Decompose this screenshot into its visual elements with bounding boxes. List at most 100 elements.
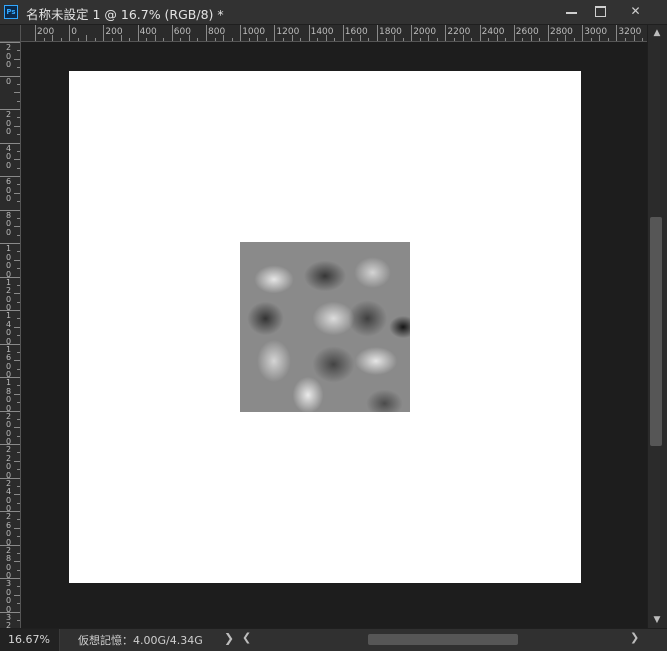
- ruler-minor-tick: [94, 38, 96, 41]
- ruler-minor-tick: [453, 38, 455, 41]
- ruler-minor-tick: [17, 619, 20, 621]
- minimize-button[interactable]: [556, 0, 587, 23]
- ruler-minor-tick: [43, 38, 45, 41]
- ruler-label: 1800: [5, 378, 12, 413]
- ruler-major-tick: [103, 25, 105, 41]
- ruler-minor-tick: [573, 38, 575, 41]
- document-canvas[interactable]: [69, 71, 581, 583]
- ruler-minor-tick: [17, 134, 20, 136]
- ruler-label: 1000: [242, 27, 266, 37]
- scroll-up-arrow-icon[interactable]: ▲: [651, 27, 663, 39]
- ruler-minor-tick: [17, 284, 20, 286]
- ruler-minor-tick: [505, 38, 507, 41]
- ruler-minor-tick: [385, 38, 387, 41]
- ruler-minor-tick: [17, 586, 20, 588]
- ruler-major-tick: [479, 25, 481, 41]
- ruler-minor-tick: [17, 150, 20, 152]
- ruler-minor-tick: [642, 38, 644, 41]
- ruler-label: 2600: [5, 512, 12, 547]
- ruler-minor-tick: [14, 192, 20, 194]
- status-menu-arrow-icon[interactable]: ❯: [224, 631, 234, 645]
- ruler-minor-tick: [17, 402, 20, 404]
- ruler-label: 800: [208, 27, 226, 37]
- ruler-minor-tick: [146, 38, 148, 41]
- ruler-minor-tick: [419, 38, 421, 41]
- ruler-label: 1600: [5, 344, 12, 379]
- ruler-label: 200: [37, 27, 55, 37]
- ruler-major-tick: [308, 25, 310, 41]
- zoom-level-field[interactable]: 16.67%: [0, 629, 60, 651]
- horizontal-scrollbar[interactable]: ❮ ❯: [238, 629, 647, 651]
- ruler-label: 1400: [5, 311, 12, 346]
- ruler-label: 2400: [481, 27, 505, 37]
- document-info-text: 仮想記憶：4.00G/4.34G: [78, 634, 203, 647]
- ruler-minor-tick: [17, 552, 20, 554]
- vertical-scrollbar[interactable]: ▲ ▼: [647, 25, 667, 628]
- ruler-major-tick: [206, 25, 207, 41]
- horizontal-ruler[interactable]: 200 0 200 400 600 800 1000 1200 1400 1600 1800 2000…: [21, 25, 647, 42]
- ruler-major-tick: [274, 25, 276, 41]
- ruler-major-tick: [69, 25, 71, 41]
- ruler-origin-corner[interactable]: [0, 25, 21, 42]
- ruler-minor-tick: [17, 117, 20, 119]
- ruler-minor-tick: [17, 301, 20, 303]
- maximize-button[interactable]: [585, 0, 616, 23]
- ruler-label: 1400: [310, 27, 334, 37]
- ruler-minor-tick: [539, 38, 541, 41]
- document-tab-title[interactable]: 名称未設定 1 @ 16.7% (RGB/8) *: [26, 4, 224, 23]
- ruler-major-tick: [137, 25, 139, 41]
- ruler-minor-tick: [17, 50, 20, 52]
- ruler-minor-tick: [17, 184, 20, 186]
- ruler-minor-tick: [14, 92, 20, 94]
- ruler-minor-tick: [214, 38, 216, 41]
- ruler-label: 2200: [5, 445, 12, 480]
- ruler-minor-tick: [17, 519, 20, 521]
- vertical-scroll-thumb[interactable]: [650, 217, 662, 446]
- ruler-label: 200: [105, 27, 123, 37]
- ruler-label: 0: [5, 76, 12, 86]
- ruler-label: 2000: [5, 411, 12, 446]
- ruler-minor-tick: [436, 38, 438, 41]
- ruler-label: 2800: [5, 545, 12, 580]
- ruler-minor-tick: [402, 38, 404, 41]
- ruler-minor-tick: [14, 259, 20, 261]
- document-title-bar[interactable]: Ps 名称未設定 1 @ 16.7% (RGB/8) * ✕: [0, 0, 667, 25]
- clouds-render-layer[interactable]: [240, 242, 410, 412]
- scroll-down-arrow-icon[interactable]: ▼: [651, 614, 663, 626]
- ruler-minor-tick: [14, 360, 20, 362]
- ruler-minor-tick: [17, 418, 20, 420]
- ruler-major-tick: [240, 25, 242, 41]
- ruler-label: 1200: [5, 277, 12, 312]
- ruler-label: 0: [71, 27, 77, 37]
- ruler-minor-tick: [282, 38, 284, 41]
- ruler-minor-tick: [17, 536, 20, 538]
- ruler-minor-tick: [522, 38, 524, 41]
- ruler-minor-tick: [17, 234, 20, 236]
- canvas-workspace[interactable]: [21, 42, 647, 628]
- ruler-minor-tick: [17, 452, 20, 454]
- ruler-minor-tick: [231, 38, 233, 41]
- ruler-minor-tick: [14, 494, 20, 496]
- ruler-minor-tick: [17, 569, 20, 571]
- ruler-minor-tick: [17, 385, 20, 387]
- maximize-icon: [595, 6, 606, 17]
- close-button[interactable]: ✕: [620, 0, 651, 23]
- ruler-label: 3200: [5, 612, 12, 628]
- ruler-minor-tick: [17, 201, 20, 203]
- ruler-minor-tick: [14, 460, 20, 462]
- ruler-label: 2800: [550, 27, 573, 37]
- vertical-ruler[interactable]: 200 0 200 400 600 800 1000 1200 1400 1600 1800 2000…: [0, 42, 21, 628]
- ruler-label: 2400: [5, 478, 12, 513]
- ruler-label: 1000: [5, 244, 12, 279]
- ruler-major-tick: [445, 25, 447, 41]
- ruler-major-tick: [548, 25, 549, 41]
- scroll-right-arrow-icon[interactable]: ❯: [630, 631, 639, 644]
- ruler-minor-tick: [17, 351, 20, 353]
- scroll-left-arrow-icon[interactable]: ❮: [242, 631, 251, 644]
- horizontal-scroll-thumb[interactable]: [368, 634, 518, 645]
- ruler-label: 2000: [413, 27, 437, 37]
- ruler-minor-tick: [17, 435, 20, 437]
- ruler-label: 2600: [515, 27, 539, 37]
- ruler-minor-tick: [607, 38, 609, 41]
- ruler-minor-tick: [111, 38, 113, 41]
